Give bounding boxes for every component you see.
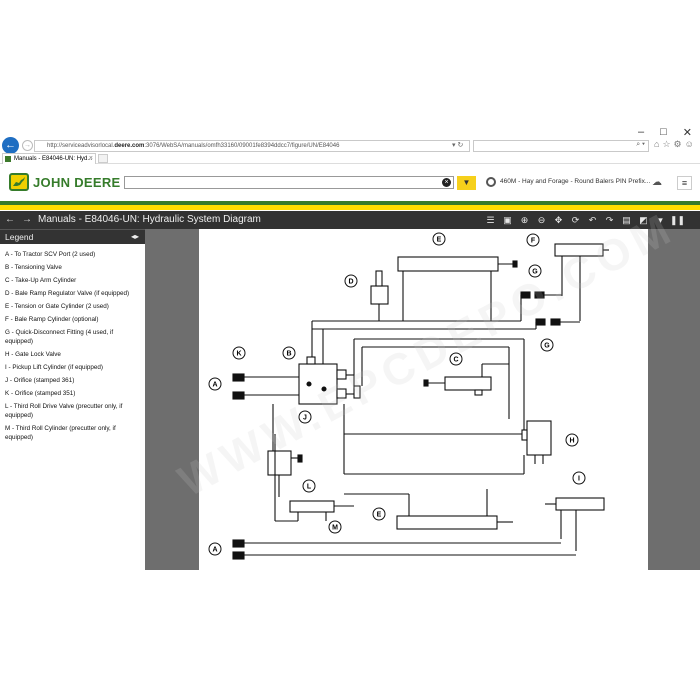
favicon-icon bbox=[5, 156, 11, 162]
callout-label: E bbox=[437, 237, 442, 244]
forward-arrow-icon[interactable]: → bbox=[22, 214, 39, 225]
legend-item: M - Third Roll Cylinder (precutter only,… bbox=[5, 424, 116, 441]
legend-item: F - Bale Ramp Cylinder (optional) bbox=[5, 316, 99, 323]
callout-label: L bbox=[307, 484, 312, 491]
callout-i: I bbox=[572, 471, 586, 485]
callout-label: A bbox=[212, 547, 217, 554]
legend-item: K - Orifice (stamped 351) bbox=[5, 389, 76, 397]
cylinder-i bbox=[555, 497, 605, 511]
settings-icon[interactable]: ⚙ bbox=[674, 139, 685, 149]
callout-f: F bbox=[526, 233, 540, 247]
undo-icon[interactable]: ↶ bbox=[584, 211, 601, 229]
legend-title: Legend bbox=[5, 232, 34, 242]
forward-button[interactable]: → bbox=[22, 140, 33, 151]
zoom-in-icon[interactable]: ⊕ bbox=[516, 211, 533, 229]
cloud-settings-icon[interactable]: ☁ bbox=[652, 177, 662, 188]
tab-close-icon[interactable]: × bbox=[89, 154, 93, 164]
url-rest: :3076/WebSA/manuals/omfh33160/09001fe839… bbox=[144, 143, 340, 149]
callout-k: K bbox=[232, 346, 246, 360]
tab-title: Manuals - E84046-UN: Hyd... bbox=[14, 156, 93, 162]
back-button[interactable]: ← bbox=[2, 137, 19, 154]
favorites-icon[interactable]: ☆ bbox=[662, 139, 673, 149]
close-icon[interactable]: ✕ bbox=[683, 126, 692, 139]
refresh-icon[interactable]: ▾ ↻ bbox=[452, 141, 463, 149]
cylinder-c bbox=[444, 376, 492, 391]
model-selector[interactable]: 460M - Hay and Forage - Round Balers PIN… bbox=[500, 178, 650, 185]
callout-label: G bbox=[544, 343, 550, 350]
callout-label: I bbox=[578, 476, 580, 483]
image-icon[interactable]: ▣ bbox=[499, 211, 516, 229]
maximize-icon[interactable]: □ bbox=[660, 126, 667, 139]
callout-label: A bbox=[212, 382, 217, 389]
callout-label: B bbox=[286, 351, 291, 358]
clear-search-icon[interactable]: × bbox=[442, 178, 451, 187]
legend-collapse-icon[interactable]: ◂▸ bbox=[131, 230, 139, 244]
browser-tab[interactable]: Manuals - E84046-UN: Hyd... × bbox=[2, 153, 96, 164]
url-prefix: http://serviceadvisorlocal. bbox=[47, 143, 115, 149]
legend-item: B - Tensioning Valve bbox=[5, 264, 62, 271]
callout-a: A bbox=[208, 542, 222, 556]
legend-item: J - Orifice (stamped 361) bbox=[5, 376, 75, 384]
callout-label: K bbox=[236, 351, 241, 358]
legend-item: D - Bale Ramp Regulator Valve (if equipp… bbox=[5, 290, 130, 297]
cylinder-e-bottom bbox=[396, 515, 498, 530]
window-controls: – □ ✕ bbox=[638, 126, 692, 139]
browser-toolbar-icons: ⌂☆⚙☺ bbox=[654, 139, 697, 150]
viewer-margin-right bbox=[648, 229, 700, 570]
callout-label: F bbox=[531, 238, 536, 245]
callout-g: G bbox=[540, 338, 554, 352]
url-domain: deere.com bbox=[114, 143, 145, 149]
callout-label: M bbox=[332, 525, 338, 532]
brand-stripe-yellow bbox=[0, 205, 700, 210]
legend-list: A - To Tractor SCV Port (2 used) B - Tens… bbox=[5, 251, 140, 447]
brand-name: JOHN DEERE bbox=[33, 175, 121, 190]
callout-b: B bbox=[282, 346, 296, 360]
callout-e: E bbox=[432, 232, 446, 246]
cylinder-m bbox=[289, 500, 335, 513]
valve-h bbox=[526, 420, 552, 456]
callout-d: D bbox=[344, 274, 358, 288]
page-title: Manuals - E84046-UN: Hydraulic System Di… bbox=[38, 214, 261, 225]
list-icon[interactable]: ☰ bbox=[482, 211, 499, 229]
viewer-margin-left bbox=[145, 229, 199, 570]
model-icon bbox=[486, 177, 496, 187]
smiley-icon[interactable]: ☺ bbox=[685, 139, 697, 149]
search-dropdown-button[interactable]: ▼ bbox=[457, 176, 476, 190]
minimize-icon[interactable]: – bbox=[638, 126, 644, 139]
legend-item: L - Third Roll Drive Valve (precutter on… bbox=[5, 402, 123, 419]
deer-logo-icon bbox=[9, 173, 29, 191]
callout-m: M bbox=[328, 520, 342, 534]
legend-item: A - To Tractor SCV Port (2 used) bbox=[5, 251, 96, 258]
callout-l: L bbox=[302, 479, 316, 493]
zoom-out-icon[interactable]: ⊖ bbox=[533, 211, 550, 229]
browser-search-box[interactable]: ⌕ ▾ bbox=[473, 140, 649, 152]
history-nav: ←→ bbox=[5, 211, 39, 229]
callout-h: H bbox=[565, 433, 579, 447]
cylinder-e-top bbox=[397, 256, 499, 272]
callout-label: D bbox=[348, 279, 353, 286]
back-arrow-icon[interactable]: ← bbox=[5, 214, 22, 225]
search-icon[interactable]: ⌕ ▾ bbox=[636, 141, 645, 149]
legend-item: G - Quick-Disconnect Fitting (4 used, if… bbox=[5, 329, 114, 345]
legend-item: H - Gate Lock Valve bbox=[5, 350, 61, 358]
rotate-icon[interactable]: ⟳ bbox=[567, 211, 584, 229]
hamburger-menu-icon[interactable]: ≡ bbox=[677, 176, 692, 190]
legend-item: I - Pickup Lift Cylinder (if equipped) bbox=[5, 363, 103, 371]
search-input[interactable] bbox=[124, 176, 454, 189]
fit-icon[interactable]: ✥ bbox=[550, 211, 567, 229]
legend-item: C - Take-Up Arm Cylinder bbox=[5, 277, 77, 284]
callout-a: A bbox=[208, 377, 222, 391]
callout-label: E bbox=[377, 512, 382, 519]
callout-label: H bbox=[569, 438, 574, 445]
legend-item: E - Tension or Gate Cylinder (2 used) bbox=[5, 303, 109, 310]
new-tab-button[interactable] bbox=[98, 154, 108, 163]
address-bar[interactable]: http://serviceadvisorlocal.deere.com:307… bbox=[34, 140, 470, 152]
callout-e: E bbox=[372, 507, 386, 521]
valve-d bbox=[370, 285, 389, 305]
browser-titlebar bbox=[0, 126, 700, 140]
